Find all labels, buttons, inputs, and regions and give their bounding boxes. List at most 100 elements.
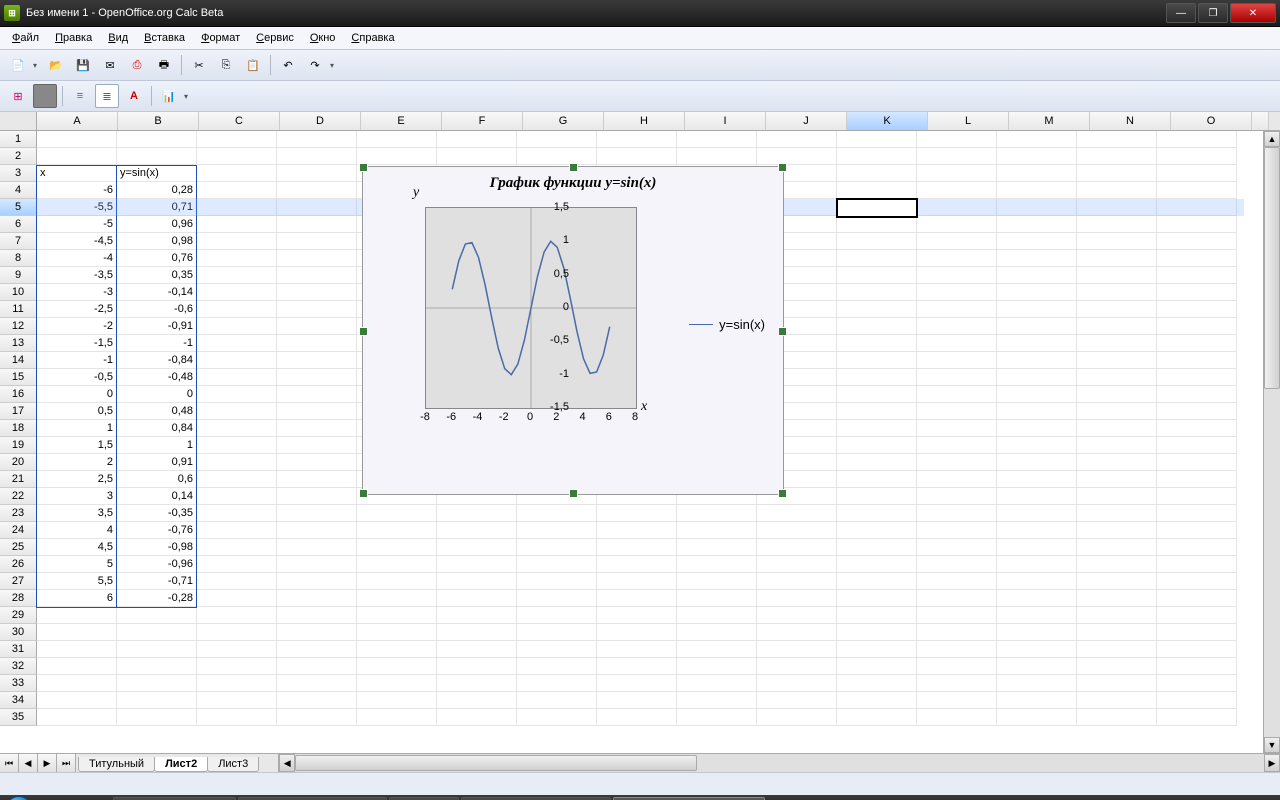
cell[interactable] [357,624,437,641]
row-header[interactable]: 1 [0,131,37,148]
cell[interactable]: -1 [37,352,117,369]
cell[interactable] [917,420,997,437]
cell[interactable] [277,505,357,522]
cell[interactable]: 1 [117,437,197,454]
cell[interactable] [277,301,357,318]
copy-icon[interactable]: ⎘ [214,53,238,77]
cell[interactable] [597,539,677,556]
cell[interactable] [1077,301,1157,318]
row-header[interactable]: 10 [0,284,37,301]
cell[interactable] [1077,573,1157,590]
cell[interactable] [597,590,677,607]
cell[interactable] [357,573,437,590]
cell[interactable] [197,250,277,267]
cell[interactable] [837,590,917,607]
cell[interactable] [677,590,757,607]
cell[interactable] [837,539,917,556]
cell[interactable] [917,386,997,403]
cut-icon[interactable]: ✂ [187,53,211,77]
menu-вставка[interactable]: Вставка [136,30,193,46]
cell[interactable] [277,403,357,420]
cell[interactable] [197,454,277,471]
cell[interactable]: -0,6 [117,301,197,318]
cell[interactable] [517,556,597,573]
cell[interactable] [277,148,357,165]
cell[interactable] [277,437,357,454]
cell[interactable] [517,522,597,539]
cell[interactable]: 0,84 [117,420,197,437]
cell[interactable] [197,352,277,369]
cell[interactable] [1077,165,1157,182]
cell[interactable] [1077,692,1157,709]
menu-окно[interactable]: Окно [302,30,344,46]
cell[interactable]: 0,91 [117,454,197,471]
cell[interactable] [197,709,277,726]
cell[interactable]: y=sin(x) [117,165,197,182]
menu-справка[interactable]: Справка [343,30,402,46]
cell[interactable] [357,692,437,709]
cell[interactable]: 0,48 [117,403,197,420]
cell[interactable] [837,488,917,505]
cell[interactable] [997,216,1077,233]
cell[interactable] [1077,471,1157,488]
cell[interactable] [597,522,677,539]
cell[interactable] [197,386,277,403]
cell[interactable] [517,641,597,658]
cell[interactable] [1077,403,1157,420]
cell[interactable] [197,420,277,437]
cell[interactable] [997,675,1077,692]
cell[interactable] [197,658,277,675]
cell[interactable] [437,624,517,641]
cell[interactable] [1077,182,1157,199]
cell[interactable] [917,233,997,250]
cell[interactable] [1077,267,1157,284]
cell[interactable] [357,607,437,624]
cell[interactable] [1157,131,1237,148]
cell[interactable]: 0,5 [37,403,117,420]
cell[interactable] [357,658,437,675]
cell[interactable] [997,505,1077,522]
cell[interactable]: 2 [37,454,117,471]
cell[interactable] [997,692,1077,709]
cell[interactable] [37,709,117,726]
cell[interactable]: -4 [37,250,117,267]
cell[interactable] [757,148,837,165]
cell[interactable] [997,403,1077,420]
cell[interactable] [997,284,1077,301]
cell[interactable] [1157,250,1237,267]
cell[interactable] [917,522,997,539]
cell[interactable] [197,675,277,692]
cell[interactable] [197,488,277,505]
sheet-tab[interactable]: Лист2 [154,757,208,772]
cell[interactable] [277,386,357,403]
cell[interactable]: -0,76 [117,522,197,539]
row-header[interactable]: 16 [0,386,37,403]
cell[interactable] [1157,590,1237,607]
paste-icon[interactable]: 📋 [241,53,265,77]
row-header[interactable]: 21 [0,471,37,488]
undo-icon[interactable]: ↶ [276,53,300,77]
cell[interactable] [757,607,837,624]
cell[interactable] [997,148,1077,165]
menu-вид[interactable]: Вид [100,30,136,46]
cell[interactable] [917,216,997,233]
col-header-J[interactable]: J [766,112,847,130]
cell[interactable] [1157,658,1237,675]
cell[interactable] [837,658,917,675]
cell[interactable] [837,607,917,624]
cell[interactable]: 0 [37,386,117,403]
cell[interactable] [117,624,197,641]
cell[interactable] [357,590,437,607]
cell[interactable] [597,658,677,675]
row-header[interactable]: 17 [0,403,37,420]
cell[interactable] [677,505,757,522]
col-header-O[interactable]: O [1171,112,1252,130]
cell[interactable] [677,624,757,641]
cell[interactable] [1157,318,1237,335]
cell[interactable] [277,624,357,641]
cell[interactable] [277,369,357,386]
row-header[interactable]: 9 [0,267,37,284]
cell[interactable] [277,352,357,369]
cell[interactable] [197,624,277,641]
cell[interactable] [437,148,517,165]
